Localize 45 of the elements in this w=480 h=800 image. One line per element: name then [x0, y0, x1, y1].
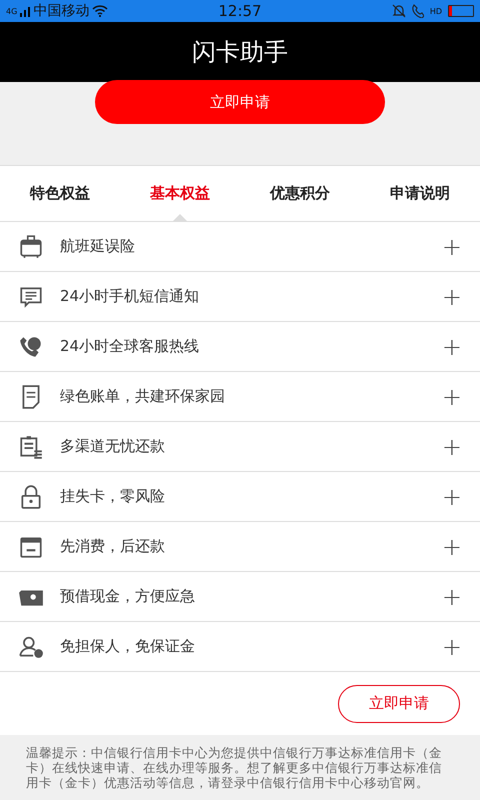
expand-toggle[interactable]: +	[442, 382, 462, 410]
notice-text: 温馨提示：中信银行信用卡中心为您提供中信银行万事达标准信用卡（金卡）在线快速申请、在线办理等服务。想了解更多中信银行万事达标准信用卡（金卡）优惠活动等信息，请登录中信银行信用卡中心移动官网。	[25, 744, 443, 792]
expand-toggle[interactable]: +	[442, 582, 462, 610]
benefit-row[interactable]: 先消费，后还款 +	[0, 522, 480, 572]
benefit-row[interactable]: 预借现金，方便应急 +	[0, 572, 480, 622]
benefit-icon	[18, 434, 44, 460]
phone-icon	[412, 4, 424, 18]
tab[interactable]: 优惠积分	[240, 166, 360, 221]
expand-toggle[interactable]: +	[442, 232, 462, 260]
expand-toggle[interactable]: +	[442, 632, 462, 660]
benefit-row[interactable]: 免担保人，免保证金 +	[0, 622, 480, 672]
page-title: 闪卡助手	[192, 37, 288, 68]
benefit-label: 先消费，后还款	[60, 537, 166, 556]
benefit-row[interactable]: 24小时全球客服热线 +	[0, 322, 480, 372]
network-type: 4G	[6, 6, 18, 16]
benefit-row[interactable]: 多渠道无忧还款 +	[0, 422, 480, 472]
benefit-icon	[18, 234, 44, 260]
benefit-label: 挂失卡，零风险	[60, 487, 166, 506]
expand-toggle[interactable]: +	[442, 432, 462, 460]
benefit-row[interactable]: 航班延误险 +	[0, 222, 480, 272]
benefit-row[interactable]: 24小时手机短信通知 +	[0, 272, 480, 322]
benefit-label: 免担保人，免保证金	[60, 637, 196, 656]
expand-toggle[interactable]: +	[442, 332, 462, 360]
bell-off-icon	[392, 4, 406, 18]
hd-label: HD	[430, 6, 442, 16]
signal-icon	[20, 5, 30, 17]
benefit-label: 绿色账单，共建环保家园	[60, 387, 226, 406]
benefit-label: 航班延误险	[60, 237, 136, 256]
tab[interactable]: 申请说明	[360, 166, 480, 221]
benefit-row[interactable]: 绿色账单，共建环保家园 +	[0, 372, 480, 422]
expand-toggle[interactable]: +	[442, 482, 462, 510]
benefit-label: 24小时手机短信通知	[60, 287, 200, 306]
apply-button[interactable]: 立即申请	[95, 80, 385, 124]
apply-button[interactable]: 立即申请	[338, 684, 460, 722]
benefit-row[interactable]: 挂失卡，零风险 +	[0, 472, 480, 522]
clock: 12:57	[217, 2, 263, 20]
carrier-name: 中国移动	[33, 2, 90, 20]
benefit-label: 多渠道无忧还款	[60, 437, 166, 456]
expand-toggle[interactable]: +	[442, 282, 462, 310]
benefit-label: 预借现金，方便应急	[60, 587, 196, 606]
tab[interactable]: 特色权益	[0, 166, 120, 221]
wifi-icon	[92, 5, 108, 17]
battery-icon	[448, 5, 474, 17]
benefit-label: 24小时全球客服热线	[60, 337, 200, 356]
expand-toggle[interactable]: +	[442, 532, 462, 560]
